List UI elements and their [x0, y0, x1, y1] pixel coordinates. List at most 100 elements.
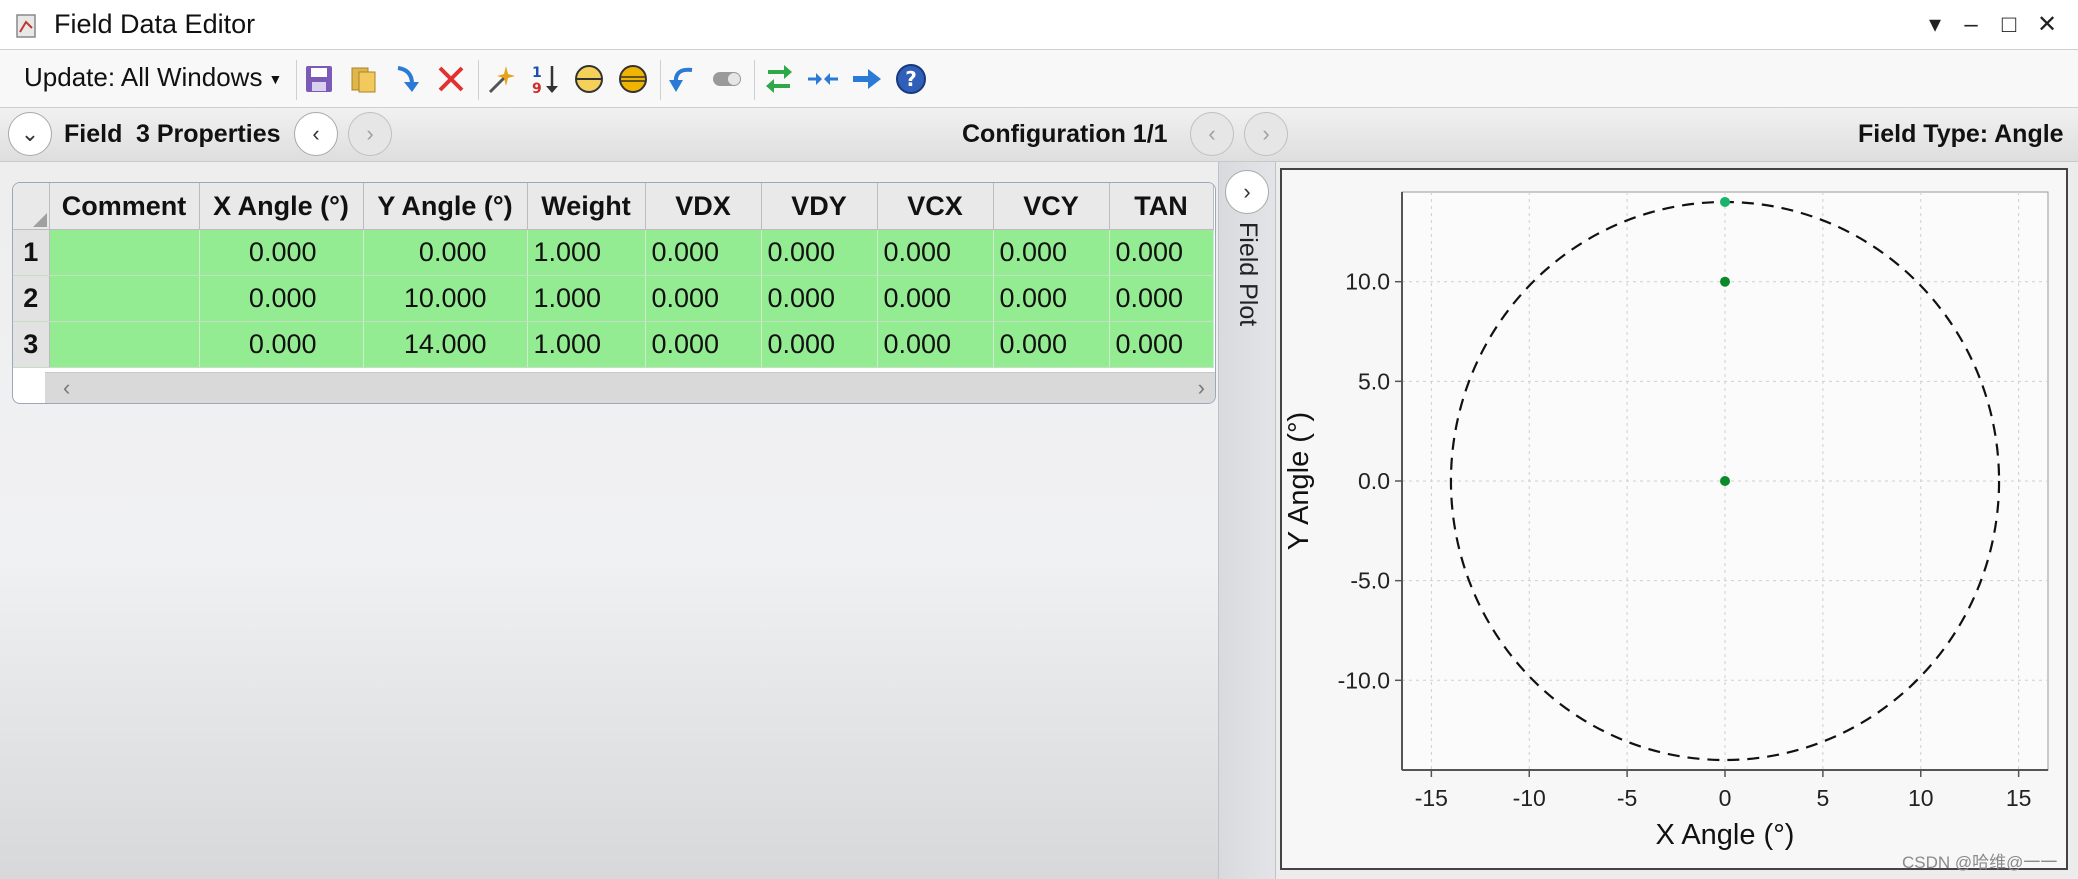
vdx-cell[interactable]: 0.000	[645, 321, 762, 368]
arrow-right-button[interactable]	[850, 62, 884, 96]
set-vignetting-button[interactable]	[616, 62, 650, 96]
vcy-cell[interactable]: 0.000	[993, 229, 1110, 276]
y-angle-cell[interactable]: 0.000	[363, 229, 528, 276]
collapse-plot-button[interactable]: ›	[1225, 170, 1269, 214]
toolbar-separator	[660, 60, 661, 100]
vcx-cell[interactable]: 0.000	[877, 275, 994, 322]
y-tick-label: 10.0	[1345, 269, 1390, 295]
close-button[interactable]: ✕	[2032, 10, 2062, 40]
update-dropdown[interactable]: Update: All Windows ▼	[24, 62, 282, 93]
comment-cell[interactable]	[49, 229, 200, 276]
delete-button[interactable]	[434, 62, 468, 96]
vignetting-button[interactable]	[572, 62, 606, 96]
previous-configuration-button[interactable]: ‹	[1190, 112, 1234, 156]
x-tick-label: 5	[1816, 785, 1829, 811]
x-angle-cell[interactable]: 0.000	[199, 275, 364, 322]
arrow-right-icon	[853, 69, 881, 89]
row-header[interactable]: 3	[13, 321, 50, 368]
watermark: CSDN @哈维@一一	[1902, 853, 2058, 872]
vdx-cell[interactable]: 0.000	[645, 229, 762, 276]
svg-text:9: 9	[532, 81, 542, 96]
weight-cell[interactable]: 1.000	[527, 321, 646, 368]
svg-text:1: 1	[532, 65, 542, 81]
row-header[interactable]: 2	[13, 275, 50, 322]
horizontal-scrollbar[interactable]: ‹ ›	[45, 372, 1215, 403]
next-configuration-button[interactable]: ›	[1244, 112, 1288, 156]
vdx-cell[interactable]: 0.000	[645, 275, 762, 322]
vdy-cell[interactable]: 0.000	[761, 275, 878, 322]
y-angle-cell[interactable]: 10.000	[363, 275, 528, 322]
next-field-button[interactable]: ›	[348, 112, 392, 156]
x-tick-label: -10	[1513, 785, 1546, 811]
column-header-weight[interactable]: Weight	[527, 183, 646, 230]
y-angle-cell[interactable]: 14.000	[363, 321, 528, 368]
insert-icon	[397, 66, 419, 92]
weight-cell[interactable]: 1.000	[527, 275, 646, 322]
select-all-corner[interactable]	[13, 183, 50, 230]
column-header-y-angle[interactable]: Y Angle (°)	[363, 183, 528, 230]
column-header-x-angle[interactable]: X Angle (°)	[199, 183, 364, 230]
column-header-comment[interactable]: Comment	[49, 183, 200, 230]
x-angle-cell[interactable]: 0.000	[199, 321, 364, 368]
scroll-left-icon[interactable]: ‹	[63, 375, 70, 401]
svg-text:?: ?	[905, 67, 917, 91]
undo-button[interactable]	[666, 62, 700, 96]
chevron-right-icon: ›	[366, 121, 374, 146]
sort-button[interactable]: 19	[528, 62, 562, 96]
vcy-cell[interactable]: 0.000	[993, 275, 1110, 322]
wizard-button[interactable]	[484, 62, 518, 96]
scroll-right-icon[interactable]: ›	[1198, 375, 1205, 401]
field-plot-label: Field Plot	[1234, 222, 1262, 327]
delete-icon	[438, 66, 464, 92]
column-header-vcy[interactable]: VCY	[993, 183, 1110, 230]
maximize-button[interactable]: □	[1994, 10, 2024, 40]
weight-cell[interactable]: 1.000	[527, 229, 646, 276]
field-point	[1720, 276, 1730, 287]
row-header[interactable]: 1	[13, 229, 50, 276]
vignetting-set-icon	[619, 65, 647, 93]
tan-cell[interactable]: 0.000	[1109, 275, 1214, 322]
open-button[interactable]	[346, 62, 380, 96]
insert-button[interactable]	[390, 62, 424, 96]
column-header-vdy[interactable]: VDY	[761, 183, 878, 230]
column-header-vcx[interactable]: VCX	[877, 183, 994, 230]
y-axis-label: Y Angle (°)	[1283, 412, 1315, 550]
x-angle-cell[interactable]: 0.000	[199, 229, 364, 276]
properties-bar: ⌄ Field 3 Properties ‹ › Configuration 1…	[0, 108, 2078, 162]
column-header-tan[interactable]: TAN	[1109, 183, 1214, 230]
chevron-right-icon: ›	[1262, 121, 1270, 146]
column-header-vdx[interactable]: VDX	[645, 183, 762, 230]
tan-cell[interactable]: 0.000	[1109, 321, 1214, 368]
toggle-button[interactable]	[710, 62, 744, 96]
vdy-cell[interactable]: 0.000	[761, 321, 878, 368]
vcx-cell[interactable]: 0.000	[877, 229, 994, 276]
vdy-cell[interactable]: 0.000	[761, 229, 878, 276]
open-icon	[351, 67, 376, 93]
tan-cell[interactable]: 0.000	[1109, 229, 1214, 276]
comment-cell[interactable]	[49, 275, 200, 322]
minimize-button[interactable]: –	[1956, 10, 1986, 40]
toggle-icon	[713, 72, 741, 86]
toolbar: Update: All Windows ▼ 19 ?	[0, 50, 2078, 108]
chevron-left-icon: ‹	[312, 121, 320, 146]
table-row: 2 0.000 10.000 1.000 0.000 0.000 0.000 0…	[13, 275, 1214, 322]
vcx-cell[interactable]: 0.000	[877, 321, 994, 368]
toolbar-separator	[296, 60, 297, 100]
vignetting-icon	[575, 65, 603, 93]
swap-button[interactable]	[762, 62, 796, 96]
field-plot-strip: › Field Plot	[1218, 162, 1276, 879]
save-button[interactable]	[302, 62, 336, 96]
undo-icon	[669, 67, 693, 92]
help-button[interactable]: ?	[894, 62, 928, 96]
compress-button[interactable]	[806, 62, 840, 96]
vcy-cell[interactable]: 0.000	[993, 321, 1110, 368]
previous-field-button[interactable]: ‹	[294, 112, 338, 156]
field-point	[1720, 196, 1730, 207]
window-menu-button[interactable]: ▾	[1920, 10, 1950, 40]
properties-label[interactable]: 3 Properties	[136, 120, 281, 149]
y-tick-label: 0.0	[1358, 468, 1390, 494]
app-icon	[16, 14, 36, 38]
field-plot-chart: -15 -10 -5 0 5 10 15 10.0 5.0 0.0 -5.0 -10.0 X Angle…	[1283, 191, 2049, 851]
expand-properties-button[interactable]: ⌄	[8, 112, 52, 156]
comment-cell[interactable]	[49, 321, 200, 368]
